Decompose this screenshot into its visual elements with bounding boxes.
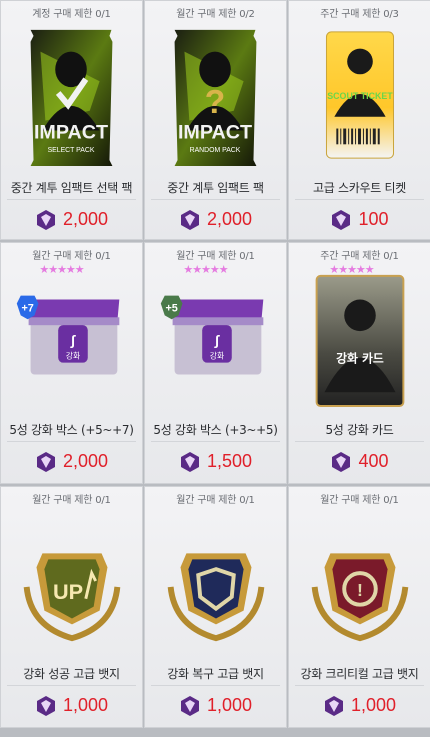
gem-icon <box>332 451 351 472</box>
item-name: 5성 강화 박스 (+5~+7) <box>9 423 134 437</box>
shop-item-upgrade-box-7[interactable]: 월간 구매 제한 0/1 ★★★★★ ∫ 강화 +7 5성 강화 박스 (+5~… <box>0 242 143 484</box>
purchase-limit: 월간 구매 제한 0/1 <box>320 495 399 506</box>
gem-icon <box>180 695 199 716</box>
pack-title: IMPACT <box>178 121 252 143</box>
price: 2,000 <box>62 451 109 471</box>
item-name: 5성 강화 카드 <box>325 423 394 437</box>
item-name: 중간 계투 임팩트 팩 <box>167 181 264 195</box>
gem-icon <box>36 695 55 716</box>
item-name: 중간 계투 임팩트 선택 팩 <box>10 181 133 195</box>
price: 100 <box>358 209 389 229</box>
price-button[interactable]: 1,500 <box>151 441 280 481</box>
gem-icon <box>332 209 351 230</box>
price-button[interactable]: 2,000 <box>151 199 280 239</box>
shop-item-upgrade-card[interactable]: 주간 구매 제한 0/1 ★★★★★ 강화 카드 5성 강화 카드 400 <box>288 242 430 484</box>
shop-item-scout-ticket[interactable]: 주간 구매 제한 0/3 SCOUT TICKET 고급 스카우트 티켓 100 <box>288 0 430 240</box>
purchase-limit: 월간 구매 제한 0/2 <box>176 9 255 20</box>
pack-subtitle: SELECT PACK <box>48 147 95 154</box>
shop-item-impact-select-pack[interactable]: 계정 구매 제한 0/1 IMPACT SELECT PACK 중간 계투 임팩… <box>0 0 143 240</box>
purchase-limit: 월간 구매 제한 0/1 <box>176 251 255 262</box>
item-name: 강화 크리티컬 고급 뱃지 <box>300 667 419 681</box>
box-label: 강화 <box>210 351 225 361</box>
price-button[interactable]: 100 <box>295 199 424 239</box>
price: 2,000 <box>206 209 253 229</box>
item-name: 강화 성공 고급 뱃지 <box>23 667 120 681</box>
upgrade-critical-badge-image: ! <box>311 553 409 642</box>
gem-icon <box>180 209 199 230</box>
exclamation-icon: ! <box>357 580 363 600</box>
price: 400 <box>358 451 389 471</box>
item-name: 5성 강화 박스 (+3~+5) <box>153 423 278 437</box>
purchase-limit: 월간 구매 제한 0/1 <box>176 495 255 506</box>
price: 1,000 <box>206 695 253 715</box>
shop-item-impact-random-pack[interactable]: 월간 구매 제한 0/2 ? IMPACT RANDOM PACK 중간 계투 … <box>144 0 287 240</box>
gem-icon <box>324 695 343 716</box>
purchase-limit: 월간 구매 제한 0/1 <box>32 495 111 506</box>
item-name: 고급 스카우트 티켓 <box>313 181 406 195</box>
upgrade-card-image: 강화 카드 <box>315 274 405 408</box>
shop-grid: 계정 구매 제한 0/1 IMPACT SELECT PACK 중간 계투 임팩… <box>0 0 430 737</box>
item-name: 강화 복구 고급 뱃지 <box>167 667 264 681</box>
price-button[interactable]: 2,000 <box>7 199 136 239</box>
upgrade-recovery-badge-image <box>167 553 265 642</box>
card-label: 강화 카드 <box>336 352 384 366</box>
box-badge: +5 <box>165 302 177 314</box>
price: 1,000 <box>62 695 109 715</box>
gem-icon <box>36 209 55 230</box>
gem-icon <box>180 451 199 472</box>
price-button[interactable]: 1,000 <box>151 685 280 725</box>
purchase-limit: 주간 구매 제한 0/3 <box>320 9 399 20</box>
shop-item-upgrade-critical-badge[interactable]: 월간 구매 제한 0/1 ! 강화 크리티컬 고급 뱃지 1,000 <box>288 486 430 728</box>
purchase-limit: 월간 구매 제한 0/1 <box>32 251 111 262</box>
price-button[interactable]: 1,000 <box>295 685 424 725</box>
impact-select-pack-image: IMPACT SELECT PACK <box>30 29 113 167</box>
box-label: 강화 <box>66 351 81 361</box>
badge-label: UP <box>53 579 83 604</box>
box-badge: +7 <box>21 302 33 314</box>
price: 2,000 <box>62 209 109 229</box>
price-button[interactable]: 1,000 <box>7 685 136 725</box>
scout-ticket-image: SCOUT TICKET <box>325 31 395 159</box>
upgrade-success-badge-image: UP <box>23 553 121 642</box>
price: 1,500 <box>206 451 253 471</box>
price-button[interactable]: 2,000 <box>7 441 136 481</box>
pack-subtitle: RANDOM PACK <box>190 147 241 154</box>
impact-random-pack-image: ? IMPACT RANDOM PACK <box>174 29 257 167</box>
shop-item-upgrade-box-5[interactable]: 월간 구매 제한 0/1 ★★★★★ ∫ 강화 +5 5성 강화 박스 (+3~… <box>144 242 287 484</box>
pack-title: IMPACT <box>34 121 108 143</box>
shop-item-upgrade-recovery-badge[interactable]: 월간 구매 제한 0/1 강화 복구 고급 뱃지 1,000 <box>144 486 287 728</box>
price-button[interactable]: 400 <box>295 441 424 481</box>
shop-item-upgrade-success-badge[interactable]: 월간 구매 제한 0/1 UP 강화 성공 고급 뱃지 1,000 <box>0 486 143 728</box>
gem-icon <box>36 451 55 472</box>
purchase-limit: 주간 구매 제한 0/1 <box>320 251 399 262</box>
ticket-label: SCOUT TICKET <box>327 91 393 101</box>
upgrade-box-image: ∫ 강화 +5 <box>160 295 264 375</box>
question-mark-icon: ? <box>205 84 225 121</box>
upgrade-box-image: ∫ 강화 +7 <box>16 295 120 375</box>
purchase-limit: 계정 구매 제한 0/1 <box>32 9 111 20</box>
price: 1,000 <box>350 695 397 715</box>
